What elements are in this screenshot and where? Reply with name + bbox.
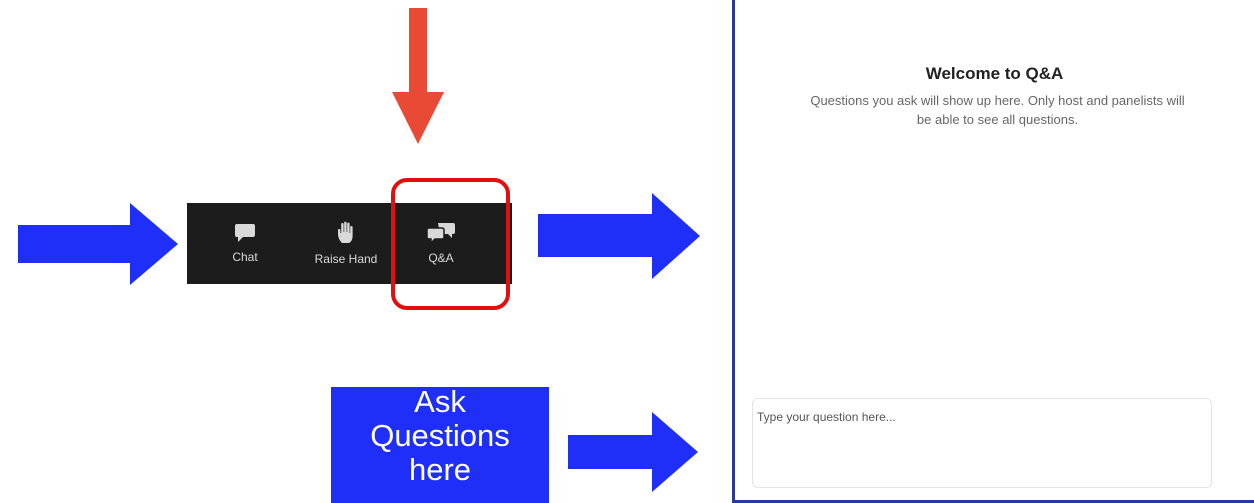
blue-right-arrow-bottom — [568, 412, 698, 492]
raise-hand-icon — [338, 221, 353, 243]
ask-questions-callout: Ask Questions here — [331, 387, 549, 503]
red-down-arrow — [392, 8, 444, 144]
chat-bubble-icon — [235, 224, 255, 242]
qa-description: Questions you ask will show up here. Onl… — [810, 93, 1185, 127]
ask-line-1: Ask — [414, 387, 466, 419]
blue-right-arrow-left — [18, 203, 178, 285]
qa-welcome-title: Welcome to Q&A — [925, 64, 1064, 83]
ask-line-2: Questions — [370, 418, 510, 453]
raise-hand-label: Raise Hand — [314, 252, 378, 266]
chat-button[interactable]: Chat — [217, 203, 273, 284]
raise-hand-button[interactable]: Raise Hand — [303, 203, 389, 284]
question-input[interactable] — [752, 398, 1212, 488]
qa-panel: Welcome to Q&A Questions you ask will sh… — [732, 0, 1254, 503]
ask-line-3: here — [408, 452, 472, 487]
qa-highlight-ring — [391, 178, 510, 310]
chat-label: Chat — [232, 250, 258, 264]
blue-right-arrow-middle — [538, 193, 700, 279]
